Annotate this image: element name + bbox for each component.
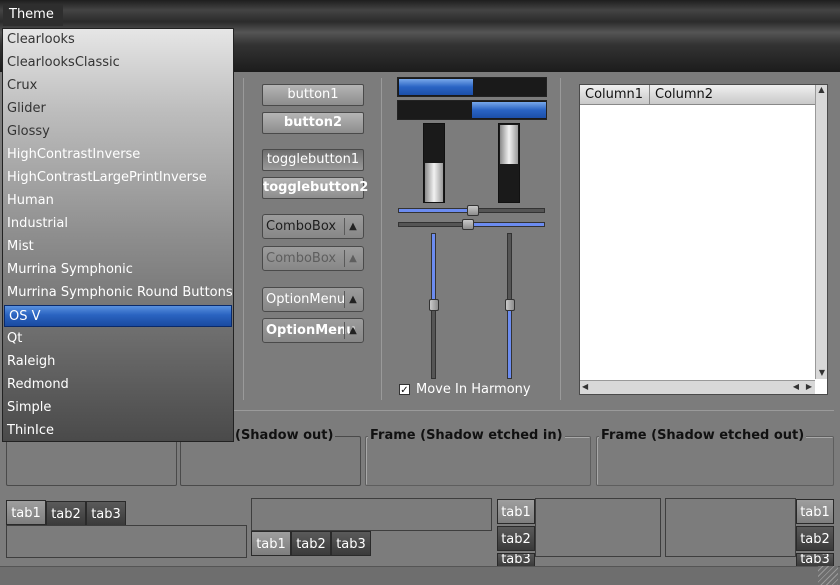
combobox[interactable]: ComboBox ▲ <box>262 214 364 239</box>
optionmenu-value: OptionMenu <box>266 292 346 307</box>
theme-item[interactable]: OS V <box>4 305 232 327</box>
progress-fill <box>399 79 473 95</box>
resize-grip-icon[interactable] <box>818 566 838 585</box>
theme-item[interactable]: Simple <box>7 397 229 419</box>
move-in-harmony-checkbox[interactable]: ✓ <box>399 384 410 396</box>
theme-item[interactable]: Qt <box>7 328 229 350</box>
progress-fill <box>472 102 546 118</box>
theme-item[interactable]: Murrina Symphonic Round Buttons <box>7 282 233 304</box>
separator <box>560 78 561 400</box>
theme-item[interactable]: Murrina Symphonic <box>7 259 229 281</box>
horizontal-scrollbar[interactable]: ◀ ◀ ▶ <box>580 380 815 394</box>
scroll-left-icon[interactable]: ◀ <box>582 382 588 391</box>
theme-item[interactable]: Redmond <box>7 374 229 396</box>
column-header-2[interactable]: Column2 <box>650 85 815 105</box>
combobox-value: ComboBox <box>266 251 337 266</box>
frame-title: (Shadow out) <box>233 428 336 443</box>
vertical-progress-fill <box>500 125 518 164</box>
theme-item[interactable]: Human <box>7 190 229 212</box>
divider <box>344 218 345 235</box>
frame-etched-in: Frame (Shadow etched in) <box>365 428 591 486</box>
tab-2[interactable]: tab2 <box>796 526 834 551</box>
hslider-2-knob[interactable] <box>461 219 474 230</box>
tab-pane <box>665 498 796 557</box>
button1[interactable]: button1 <box>262 84 364 106</box>
tab-2[interactable]: tab2 <box>497 526 535 551</box>
tree-view[interactable]: Column1 Column2 ▲ ▼ ◀ ◀ ▶ <box>579 84 828 395</box>
theme-item[interactable]: HighContrastInverse <box>7 144 229 166</box>
optionmenu-value: OptionMenu <box>266 323 356 338</box>
theme-item[interactable]: Industrial <box>7 213 229 235</box>
theme-menu[interactable]: Theme <box>3 4 63 26</box>
separator <box>243 78 244 400</box>
move-in-harmony-label: Move In Harmony <box>416 382 531 397</box>
theme-item[interactable]: Mist <box>7 236 229 258</box>
togglebutton2[interactable]: togglebutton2 <box>262 177 368 199</box>
vertical-progress-2 <box>498 123 520 203</box>
column-header-1[interactable]: Column1 <box>580 85 650 105</box>
slider-fill <box>432 234 435 306</box>
vertical-scrollbar[interactable]: ▲ ▼ <box>815 85 827 379</box>
vertical-progress-1 <box>423 123 445 203</box>
tab-1[interactable]: tab1 <box>497 499 535 524</box>
frame-etched-out: Frame (Shadow etched out) <box>596 428 834 486</box>
theme-item[interactable]: Raleigh <box>7 351 229 373</box>
vslider-1-knob[interactable] <box>429 299 439 311</box>
frame-title: Frame (Shadow etched out) <box>599 428 807 443</box>
frame-1 <box>6 436 177 486</box>
theme-list-menu[interactable]: Clearlooks ClearlooksClassic Crux Glider Glo… <box>2 28 234 442</box>
theme-item[interactable]: ClearlooksClassic <box>7 52 229 74</box>
divider <box>344 291 345 308</box>
tab-2[interactable]: tab2 <box>291 531 331 556</box>
progress-bar-1 <box>397 77 547 97</box>
optionmenu[interactable]: OptionMenu ▲ <box>262 287 364 312</box>
slider-fill <box>399 209 475 212</box>
scroll-down-icon[interactable]: ▼ <box>816 368 828 377</box>
separator <box>381 78 382 400</box>
tab-pane <box>6 525 247 558</box>
tab-3[interactable]: tab3 <box>497 553 535 567</box>
vertical-progress-fill <box>425 163 443 202</box>
progress-bar-2 <box>397 100 547 120</box>
hslider-1-knob[interactable] <box>467 205 480 216</box>
tab-3[interactable]: tab3 <box>86 501 126 526</box>
scroll-right-icon[interactable]: ▶ <box>806 382 812 391</box>
scroll-up-icon[interactable]: ▲ <box>816 85 827 94</box>
theme-item[interactable]: Glider <box>7 98 229 120</box>
divider <box>344 250 345 267</box>
theme-item[interactable]: HighContrastLargePrintInverse <box>7 167 229 189</box>
frame-shadow-out: (Shadow out) <box>180 428 361 486</box>
tab-2[interactable]: tab2 <box>46 501 86 526</box>
updown-arrow-icon: ▲ <box>349 221 357 232</box>
togglebutton1[interactable]: togglebutton1 <box>262 149 364 171</box>
tab-1[interactable]: tab1 <box>796 499 834 524</box>
divider <box>344 322 345 339</box>
tab-1[interactable]: tab1 <box>6 500 46 525</box>
combobox-value: ComboBox <box>266 219 337 234</box>
frame-title: Frame (Shadow etched in) <box>368 428 565 443</box>
tab-pane <box>535 498 661 557</box>
updown-arrow-icon: ▲ <box>349 253 357 264</box>
tab-3[interactable]: tab3 <box>331 531 371 556</box>
updown-arrow-icon: ▲ <box>349 294 357 305</box>
slider-fill <box>468 223 544 226</box>
tab-pane <box>251 498 492 531</box>
theme-item[interactable]: Crux <box>7 75 229 97</box>
theme-item[interactable]: ThinIce <box>7 420 229 442</box>
updown-arrow-icon: ▲ <box>349 325 357 336</box>
status-bar <box>0 566 840 585</box>
button2[interactable]: button2 <box>262 112 364 134</box>
scroll-left-icon[interactable]: ◀ <box>793 382 799 391</box>
optionmenu-bold[interactable]: OptionMenu ▲ <box>262 318 364 343</box>
theme-item[interactable]: Glossy <box>7 121 229 143</box>
vslider-2-knob[interactable] <box>505 299 515 311</box>
combobox-disabled: ComboBox ▲ <box>262 246 364 271</box>
theme-item[interactable]: Clearlooks <box>7 29 229 51</box>
tab-3[interactable]: tab3 <box>796 553 834 567</box>
slider-fill <box>508 306 511 378</box>
tab-1[interactable]: tab1 <box>251 531 291 556</box>
